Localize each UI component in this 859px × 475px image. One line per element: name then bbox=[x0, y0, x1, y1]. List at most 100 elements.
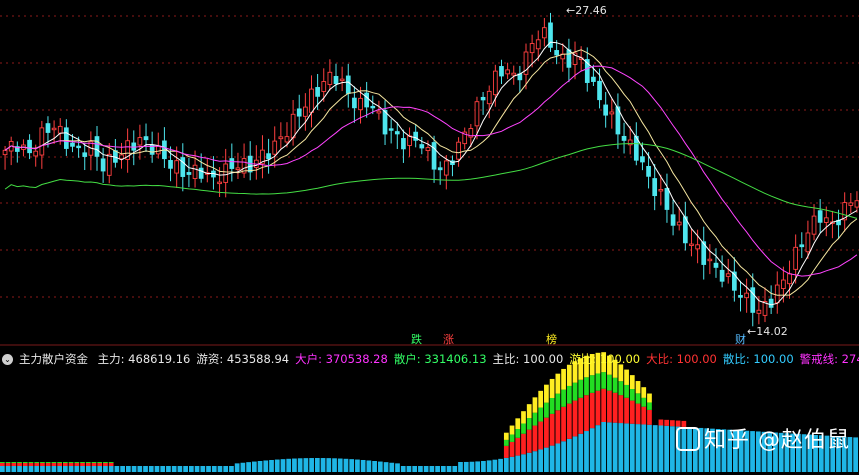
bar-red-89 bbox=[509, 441, 515, 457]
candle-body-97 bbox=[597, 80, 602, 101]
stock-chart-window[interactable]: ←27.46 ←14.02 跌 涨 榜 财 ⌄ 主力散户资金 主力: 468619… bbox=[0, 0, 859, 475]
bar-cyan-78 bbox=[446, 466, 452, 472]
bar-green-1 bbox=[5, 462, 11, 463]
bar-cyan-100 bbox=[572, 436, 578, 472]
bar-red-15 bbox=[85, 463, 91, 466]
candle-body-52 bbox=[321, 81, 327, 92]
bar-cyan-42 bbox=[240, 462, 246, 472]
candle-body-68 bbox=[419, 144, 425, 149]
bar-green-16 bbox=[91, 462, 97, 463]
marker-zhang[interactable]: 涨 bbox=[442, 333, 455, 346]
price-chart[interactable] bbox=[0, 0, 859, 475]
marker-bang[interactable]: 榜 bbox=[545, 333, 558, 346]
candle-body-118 bbox=[725, 273, 731, 277]
bar-green-14 bbox=[80, 462, 85, 463]
indicator-item-4: 主比: 100.00 bbox=[492, 352, 564, 366]
bar-cyan-63 bbox=[360, 459, 366, 472]
candle-body-12 bbox=[76, 145, 81, 149]
candle-body-110 bbox=[676, 221, 682, 226]
bar-cyan-35 bbox=[200, 466, 206, 472]
candle-body-35 bbox=[217, 181, 222, 185]
candle-body-104 bbox=[640, 156, 645, 163]
bar-red-95 bbox=[544, 417, 549, 448]
bar-cyan-6 bbox=[34, 466, 40, 472]
candle-body-71 bbox=[437, 167, 443, 171]
candle-body-74 bbox=[456, 141, 461, 160]
bar-green-90 bbox=[515, 428, 521, 438]
bar-green-110 bbox=[629, 389, 635, 401]
bar-red-92 bbox=[526, 429, 532, 453]
bar-cyan-55 bbox=[314, 458, 320, 472]
candle-body-123 bbox=[756, 309, 762, 314]
bar-cyan-50 bbox=[286, 458, 292, 472]
bar-cyan-66 bbox=[377, 461, 383, 472]
bar-cyan-30 bbox=[171, 466, 177, 472]
bar-cyan-52 bbox=[297, 458, 303, 472]
bar-green-108 bbox=[618, 381, 624, 396]
bar-cyan-70 bbox=[400, 466, 406, 472]
bar-red-16 bbox=[91, 463, 97, 466]
bar-cyan-83 bbox=[475, 461, 481, 472]
bar-cyan-27 bbox=[154, 466, 160, 472]
bar-red-101 bbox=[578, 397, 584, 434]
candle-body-120 bbox=[738, 295, 743, 298]
candle-body-131 bbox=[805, 232, 811, 253]
candle-body-82 bbox=[505, 69, 510, 75]
bar-yellow-88 bbox=[503, 432, 509, 440]
candle-body-116 bbox=[713, 262, 719, 268]
bar-red-102 bbox=[584, 395, 589, 432]
candle-body-10 bbox=[63, 127, 69, 149]
bar-cyan-13 bbox=[74, 466, 80, 472]
indicator-name[interactable]: 主力散户资金 bbox=[19, 352, 88, 366]
candle-body-105 bbox=[646, 166, 651, 177]
bar-yellow-98 bbox=[561, 368, 566, 390]
bar-red-11 bbox=[62, 463, 68, 466]
bar-green-17 bbox=[97, 462, 103, 463]
bar-green-100 bbox=[572, 382, 578, 401]
candle-body-101 bbox=[621, 135, 627, 141]
bar-green-92 bbox=[526, 418, 532, 430]
bar-red-3 bbox=[17, 463, 22, 466]
bar-cyan-68 bbox=[389, 462, 395, 472]
bar-cyan-102 bbox=[584, 431, 589, 472]
bar-red-88 bbox=[503, 445, 509, 458]
bar-red-18 bbox=[103, 463, 108, 466]
bar-cyan-10 bbox=[57, 466, 62, 472]
candle-body-107 bbox=[658, 189, 664, 192]
indicator-item-3: 散户: 331406.13 bbox=[393, 352, 487, 366]
bar-cyan-46 bbox=[263, 460, 269, 472]
bar-cyan-41 bbox=[234, 463, 240, 472]
bar-cyan-24 bbox=[137, 466, 143, 472]
bar-green-105 bbox=[601, 372, 607, 389]
candle-body-139 bbox=[854, 200, 859, 208]
candle-body-99 bbox=[609, 111, 615, 115]
bar-cyan-92 bbox=[526, 452, 532, 472]
candle-body-45 bbox=[278, 136, 284, 140]
bar-red-99 bbox=[566, 403, 572, 439]
bar-cyan-84 bbox=[481, 460, 486, 472]
bar-red-116 bbox=[664, 419, 670, 426]
candle-body-8 bbox=[51, 127, 57, 131]
bar-red-7 bbox=[40, 463, 45, 466]
marker-cai[interactable]: 财 bbox=[734, 333, 747, 346]
candle-body-132 bbox=[811, 215, 817, 235]
marker-die[interactable]: 跌 bbox=[410, 333, 423, 346]
candle-body-63 bbox=[388, 128, 394, 131]
bar-cyan-65 bbox=[372, 461, 377, 472]
candle-body-126 bbox=[774, 284, 780, 304]
bar-cyan-89 bbox=[509, 456, 515, 472]
candle-body-17 bbox=[106, 153, 112, 176]
collapse-chevron-icon[interactable]: ⌄ bbox=[2, 354, 13, 365]
candle-body-133 bbox=[817, 210, 823, 223]
bar-cyan-25 bbox=[143, 466, 148, 472]
bar-cyan-17 bbox=[97, 466, 103, 472]
candle-body-129 bbox=[793, 246, 798, 270]
bar-green-95 bbox=[544, 402, 549, 418]
bar-green-89 bbox=[509, 434, 515, 442]
bar-cyan-28 bbox=[160, 466, 166, 472]
candle-body-117 bbox=[719, 269, 725, 282]
bar-cyan-4 bbox=[22, 466, 28, 472]
bar-cyan-72 bbox=[412, 466, 418, 472]
bar-green-7 bbox=[40, 462, 45, 463]
bar-cyan-12 bbox=[68, 466, 74, 472]
